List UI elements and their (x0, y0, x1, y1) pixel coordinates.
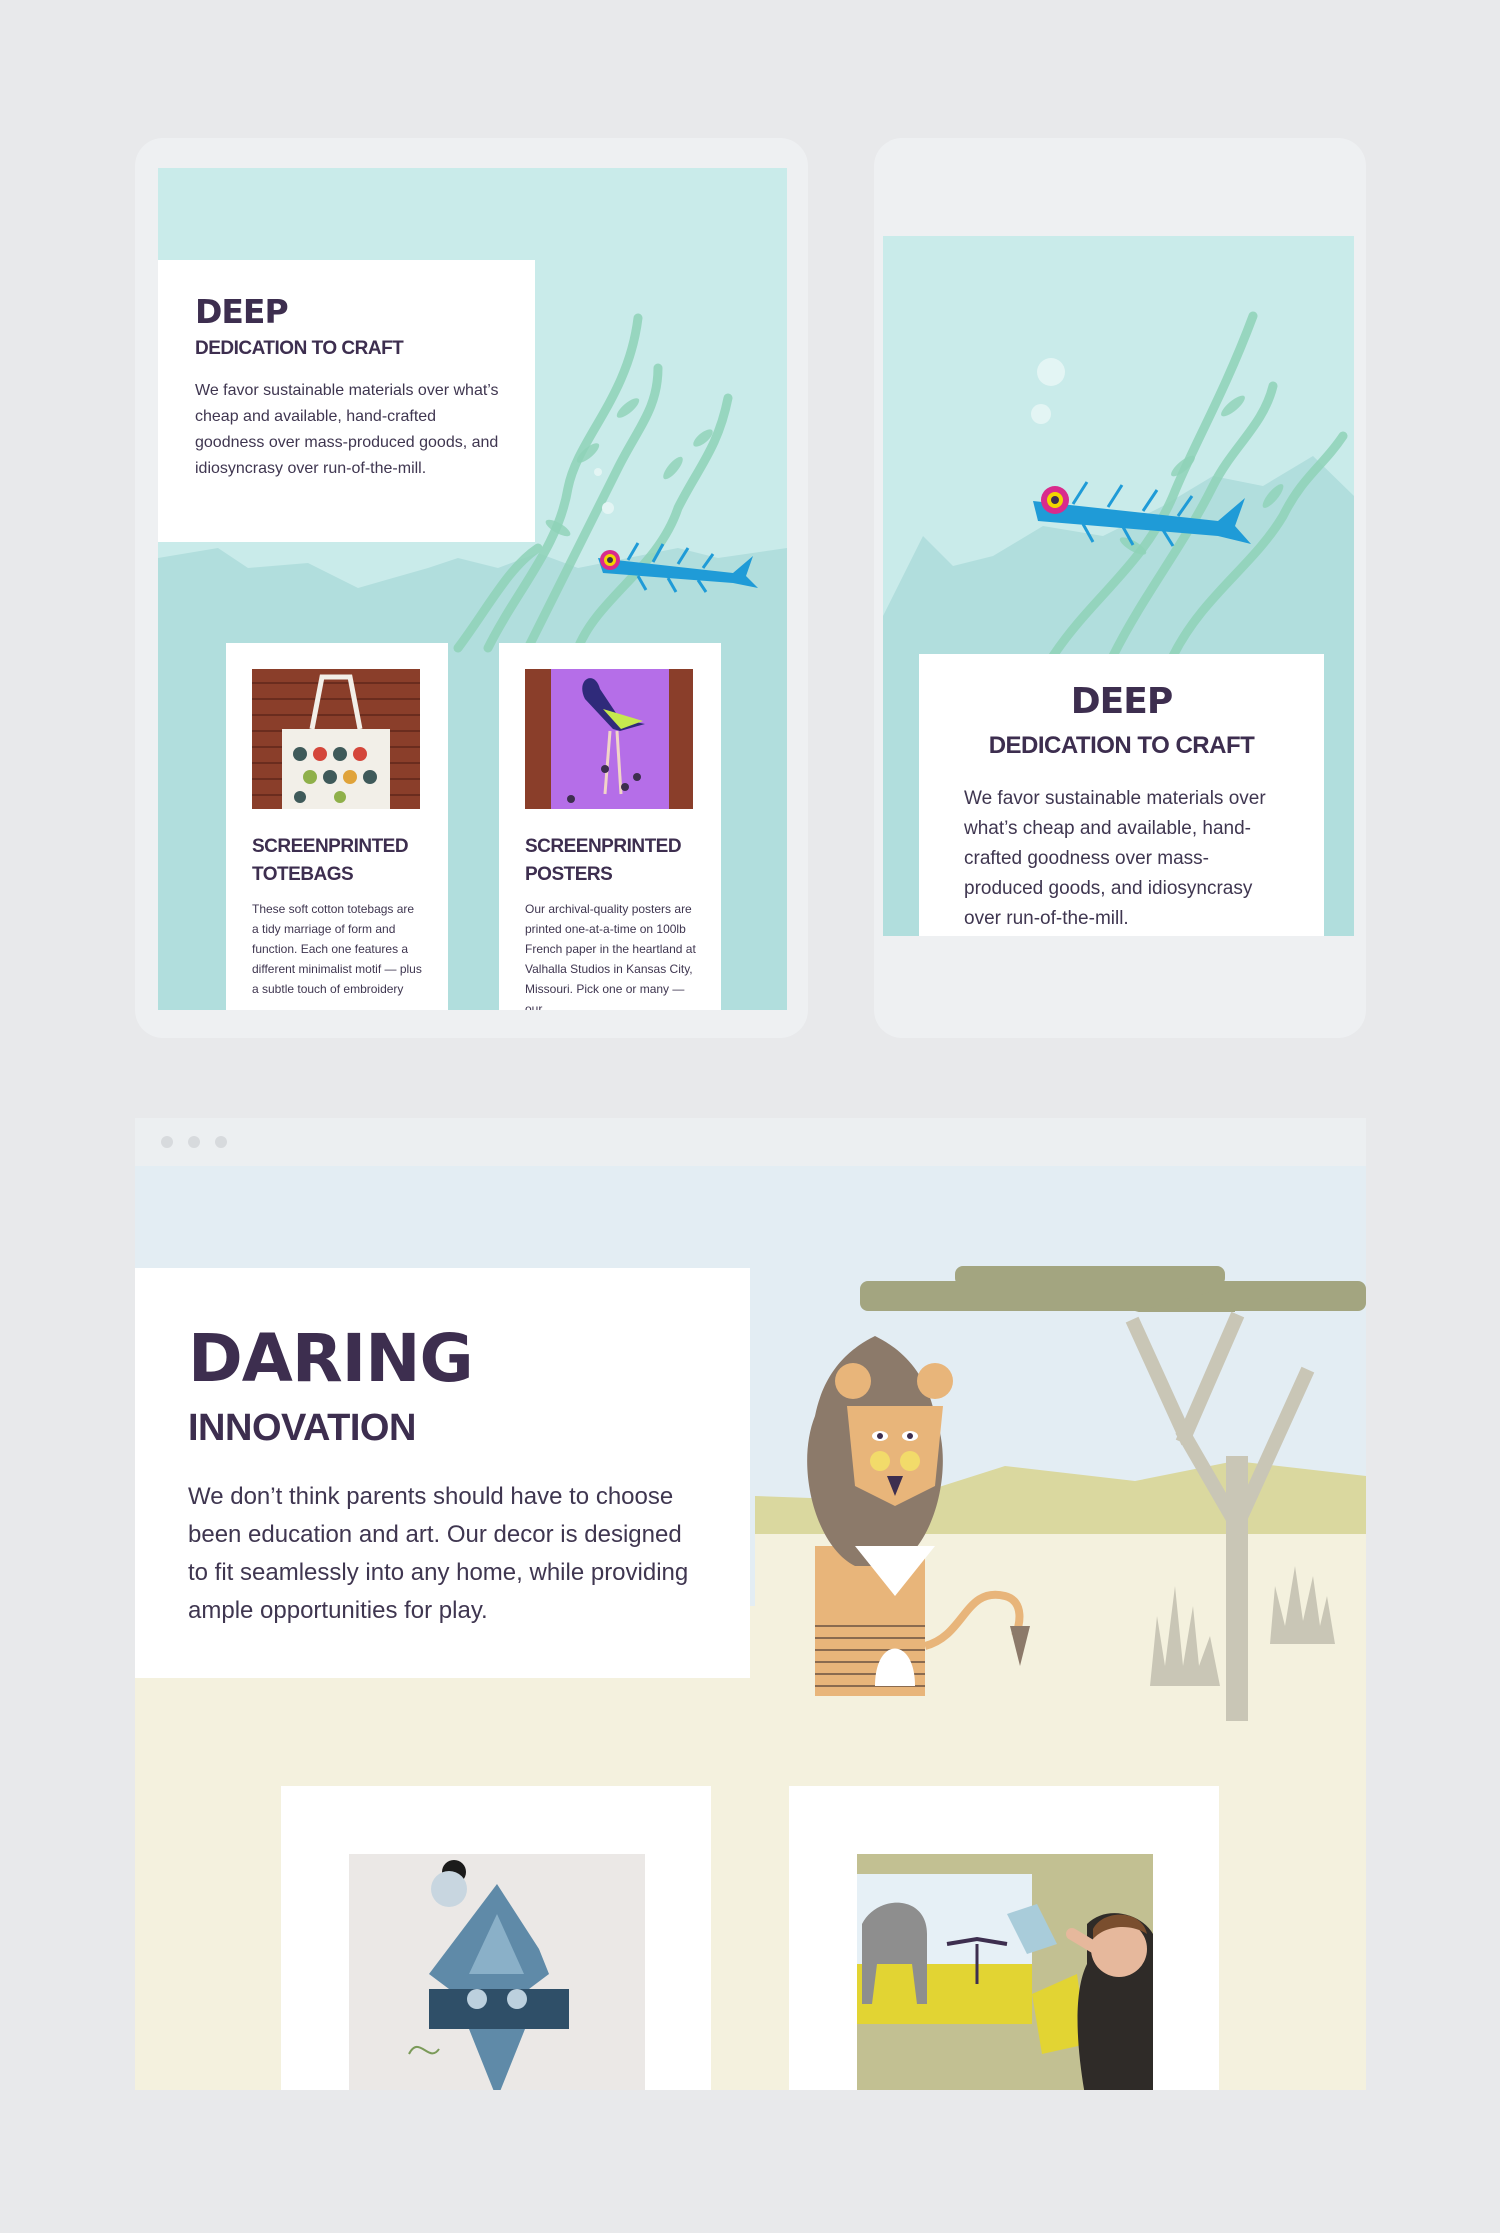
hero-body: We favor sustainable materials over what… (195, 382, 499, 477)
window-maximize-dot[interactable] (215, 1136, 227, 1148)
phone-frame: DEEP DEDICATION TO CRAFT We favor sustai… (874, 138, 1366, 1038)
product-card-wall-decal[interactable] (281, 1786, 711, 2090)
window-close-dot[interactable] (161, 1136, 173, 1148)
totebag-photo (252, 669, 420, 809)
product-card-totebags[interactable]: SCREENPRINTED TOTEBAGS These soft cotton… (226, 643, 448, 1010)
product-description: These soft cotton totebags are a tidy ma… (252, 902, 422, 996)
product-card-puzzle[interactable] (789, 1786, 1219, 2090)
product-title-line2: POSTERS (525, 864, 613, 885)
product-card-posters[interactable]: SCREENPRINTED POSTERS Our archival-quali… (499, 643, 721, 1010)
browser-window: DARING INNOVATION We don’t think parents… (135, 1118, 1366, 2090)
hero-subtitle: DEDICATION TO CRAFT (988, 732, 1255, 759)
hero-subtitle: DEDICATION TO CRAFT (195, 338, 404, 359)
hero-card: DEEP DEDICATION TO CRAFT We favor sustai… (919, 654, 1324, 936)
product-title-line1: SCREENPRINTED (252, 836, 409, 857)
tablet-frame: DEEP DEDICATION TO CRAFT We favor sustai… (135, 138, 808, 1038)
product-title-line1: SCREENPRINTED (525, 836, 682, 857)
hero-title: DEEP (195, 292, 289, 331)
window-minimize-dot[interactable] (188, 1136, 200, 1148)
phone-screen: DEEP DEDICATION TO CRAFT We favor sustai… (883, 236, 1354, 936)
hero-card: DARING INNOVATION We don’t think parents… (135, 1268, 750, 1678)
hero-subtitle: INNOVATION (188, 1407, 416, 1449)
wall-decal-photo (349, 1854, 645, 2090)
poster-photo (525, 669, 693, 809)
puzzle-photo (857, 1854, 1153, 2090)
product-description: Our archival-quality posters are printed… (525, 902, 696, 1010)
tablet-screen: DEEP DEDICATION TO CRAFT We favor sustai… (158, 168, 787, 1010)
browser-titlebar (135, 1118, 1366, 1166)
product-title-line2: TOTEBAGS (252, 864, 354, 885)
hero-body: We favor sustainable materials over what… (964, 788, 1266, 929)
hero-title: DARING (188, 1320, 474, 1397)
hero-title: DEEP (1070, 681, 1173, 722)
hero-body: We don’t think parents should have to ch… (188, 1483, 689, 1624)
hero-card: DEEP DEDICATION TO CRAFT We favor sustai… (158, 260, 535, 542)
